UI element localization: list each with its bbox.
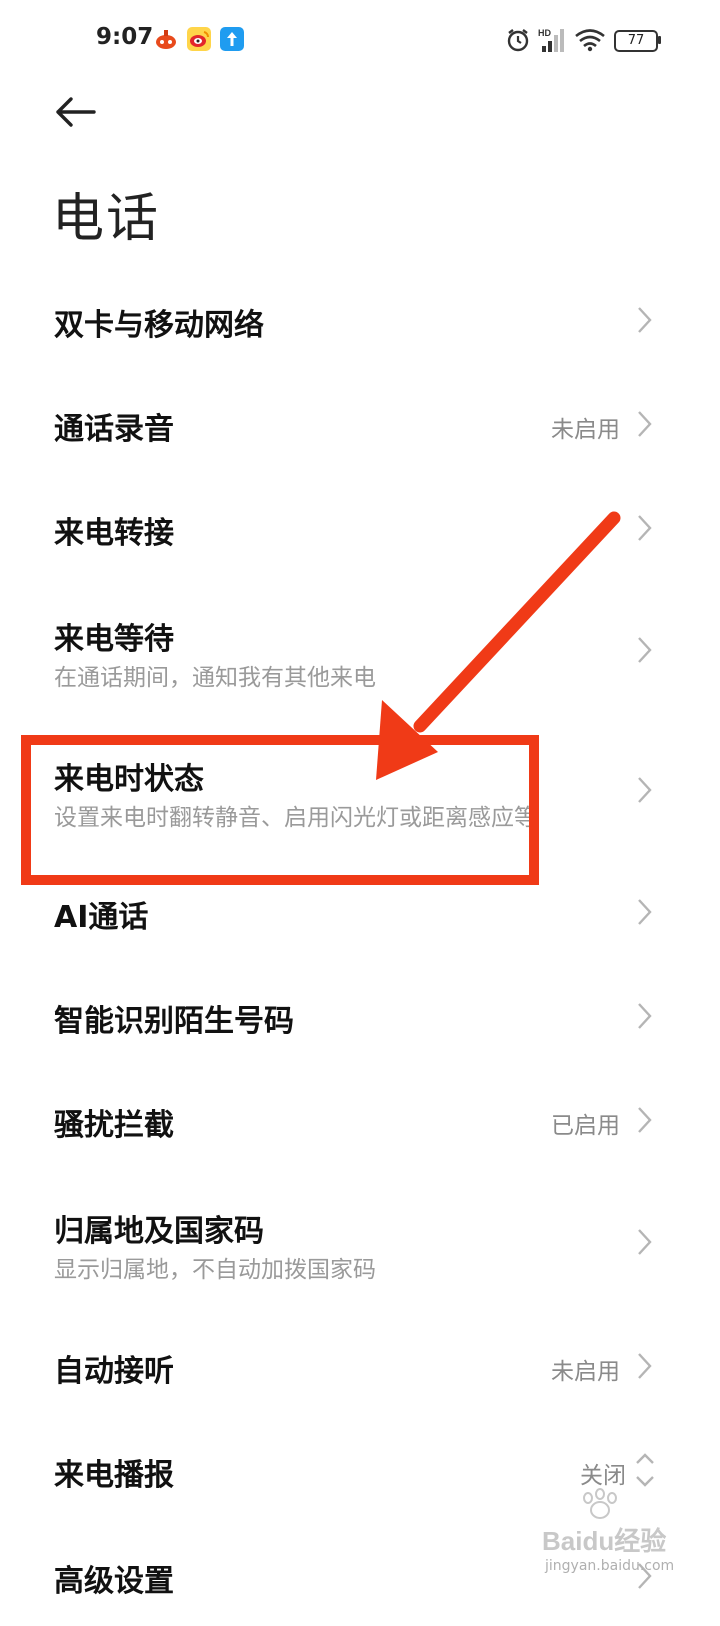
chevron-right-icon [634, 408, 654, 440]
chevron-right-icon [634, 1000, 654, 1032]
chevron-right-icon [634, 774, 654, 806]
page-title: 电话 [52, 189, 161, 249]
battery-cap [658, 36, 661, 44]
watermark-url: jingyan.baidu.com [545, 1558, 675, 1574]
battery-indicator: 77 [614, 30, 658, 52]
alarm-icon [507, 29, 529, 52]
setting-call-waiting[interactable]: 来电等待 在通话期间，通知我有其他来电 [0, 584, 720, 714]
wifi-icon [575, 29, 605, 52]
setting-title: 来电转接 [54, 516, 174, 551]
chevron-right-icon [634, 634, 654, 666]
weibo-notification-icon [187, 27, 211, 51]
setting-title: 来电播报 [54, 1458, 174, 1493]
watermark-logo-text: Baidu经验 [542, 1526, 666, 1556]
setting-title: 归属地及国家码 [54, 1214, 264, 1249]
setting-ai-call[interactable]: AI通话 [0, 862, 720, 962]
setting-title: 智能识别陌生号码 [54, 1004, 294, 1039]
setting-title: 来电时状态 [54, 762, 204, 797]
setting-value: 未启用 [551, 1359, 620, 1385]
setting-subtitle: 显示归属地，不自动加拨国家码 [54, 1257, 376, 1283]
setting-call-recording[interactable]: 通话录音 未启用 [0, 374, 720, 474]
setting-value: 已启用 [551, 1113, 620, 1139]
baidu-watermark-logo: Baidu经验 [542, 1488, 666, 1556]
setting-call-forwarding[interactable]: 来电转接 [0, 478, 720, 578]
chevron-right-icon [634, 1350, 654, 1382]
setting-incoming-call-status[interactable]: 来电时状态 设置来电时翻转静音、启用闪光灯或距离感应等 [0, 724, 720, 854]
setting-auto-answer[interactable]: 自动接听 未启用 [0, 1316, 720, 1416]
setting-title: AI通话 [54, 900, 149, 935]
setting-title: 骚扰拦截 [54, 1108, 174, 1143]
setting-dual-sim-network[interactable]: 双卡与移动网络 [0, 270, 720, 370]
back-button[interactable] [52, 90, 98, 134]
chevron-right-icon [634, 304, 654, 336]
chevron-right-icon [634, 1104, 654, 1136]
setting-title: 高级设置 [54, 1564, 174, 1599]
setting-subtitle: 设置来电时翻转静音、启用闪光灯或距离感应等 [54, 805, 537, 831]
setting-title: 自动接听 [54, 1354, 174, 1389]
setting-smart-caller-id[interactable]: 智能识别陌生号码 [0, 966, 720, 1066]
network-label: HD [538, 28, 551, 38]
chevron-right-icon [634, 1226, 654, 1258]
setting-subtitle: 在通话期间，通知我有其他来电 [54, 665, 376, 691]
dropdown-updown-icon [634, 1450, 656, 1490]
back-arrow-icon [56, 97, 96, 127]
status-time: 9:07 [96, 24, 154, 50]
setting-title: 通话录音 [54, 412, 174, 447]
setting-location-country-code[interactable]: 归属地及国家码 显示归属地，不自动加拨国家码 [0, 1176, 720, 1306]
setting-value: 未启用 [551, 417, 620, 443]
status-bar: 9:07 HD 77 [0, 0, 720, 80]
setting-title: 来电等待 [54, 622, 174, 657]
chevron-right-icon [634, 512, 654, 544]
chevron-right-icon [634, 896, 654, 928]
setting-title: 双卡与移动网络 [54, 308, 264, 343]
setting-value: 关闭 [580, 1463, 626, 1489]
setting-harassment-block[interactable]: 骚扰拦截 已启用 [0, 1070, 720, 1170]
game-app-notification-icon [154, 27, 178, 51]
upload-notification-icon [220, 27, 244, 51]
signal-icon: HD [538, 28, 564, 52]
